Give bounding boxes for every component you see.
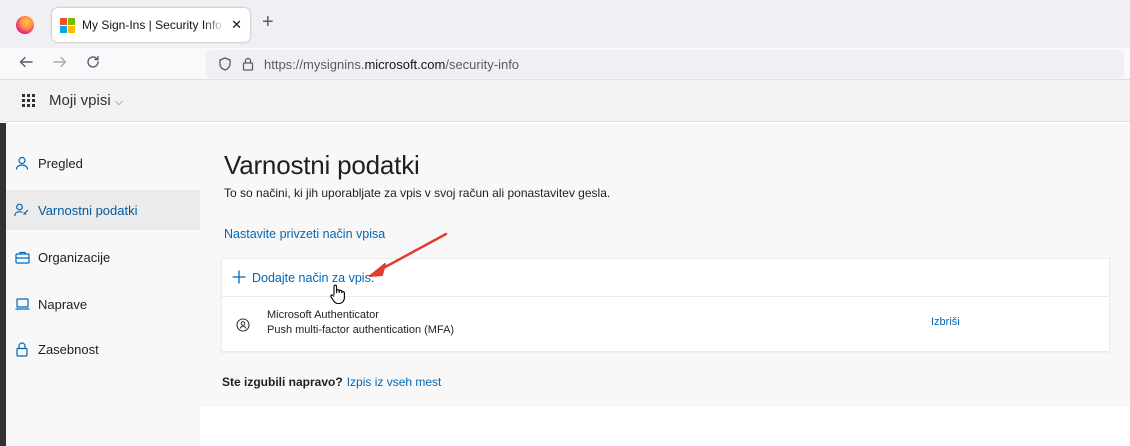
browser-tab[interactable]: My Sign-Ins | Security Info | Microsoft … xyxy=(52,8,250,42)
laptop-icon xyxy=(14,296,30,312)
sidebar-item-label: Pregled xyxy=(38,155,83,171)
page-subtitle: To so načini, ki jih uporabljate za vpis… xyxy=(224,186,611,200)
method-name: Microsoft Authenticator xyxy=(267,309,379,321)
methods-card: Dodajte način za vpis. Microsoft Authent… xyxy=(221,258,1110,352)
authenticator-icon xyxy=(236,317,250,338)
lost-device-question: Ste izgubili napravo? xyxy=(222,375,343,389)
tab-title: My Sign-Ins | Security Info | Microsoft xyxy=(82,18,225,32)
app-launcher-icon[interactable] xyxy=(22,94,35,107)
sign-out-everywhere-link[interactable]: Izpis iz vseh mest xyxy=(347,375,442,389)
sidebar-item-overview[interactable]: Pregled xyxy=(6,143,200,183)
tab-close-icon[interactable]: ✕ xyxy=(231,17,242,33)
chevron-down-icon: ⌵ xyxy=(114,96,124,108)
page-title: Varnostni podatki xyxy=(224,150,420,180)
set-default-method-link[interactable]: Nastavite privzeti način vpisa xyxy=(224,227,385,241)
method-row: Microsoft Authenticator Push multi-facto… xyxy=(222,297,1109,351)
main-footer-area xyxy=(200,407,1130,446)
url-bar[interactable]: https://mysignins.microsoft.com/security… xyxy=(206,50,1124,78)
new-tab-button[interactable]: + xyxy=(262,12,274,32)
security-info-icon xyxy=(14,202,30,218)
sidebar-item-privacy[interactable]: Zasebnost xyxy=(6,329,200,369)
forward-arrow-icon[interactable] xyxy=(52,54,68,75)
plus-icon xyxy=(232,268,246,288)
method-description: Push multi-factor authentication (MFA) xyxy=(267,324,455,336)
sidebar-item-security-info[interactable]: Varnostni podatki xyxy=(6,190,200,230)
firefox-logo-icon xyxy=(16,16,34,34)
microsoft-logo-icon xyxy=(60,18,75,33)
sidebar-item-label: Organizacije xyxy=(38,249,111,265)
person-icon xyxy=(14,155,30,171)
app-header: Moji vpisi ⌵ xyxy=(0,80,1130,122)
sidebar-item-label: Varnostni podatki xyxy=(38,202,138,218)
add-method-label: Dodajte način za vpis. xyxy=(252,270,375,285)
delete-method-link[interactable]: Izbriši xyxy=(931,316,960,328)
sidebar-item-devices[interactable]: Naprave xyxy=(6,284,200,324)
hand-cursor-icon xyxy=(330,284,345,305)
url-text: https://mysignins.microsoft.com/security… xyxy=(264,56,520,72)
lost-device-row: Ste izgubili napravo? Izpis iz vseh mest xyxy=(222,375,441,389)
sidebar-item-organizations[interactable]: Organizacije xyxy=(6,237,200,277)
app-name-menu[interactable]: Moji vpisi ⌵ xyxy=(49,92,123,109)
back-arrow-icon[interactable] xyxy=(18,54,34,75)
sidebar-item-label: Zasebnost xyxy=(38,341,99,357)
briefcase-icon xyxy=(14,249,30,265)
add-method-button[interactable]: Dodajte način za vpis. xyxy=(222,259,1109,297)
shield-icon[interactable] xyxy=(218,57,232,71)
sidebar-item-label: Naprave xyxy=(38,296,88,312)
lock-icon[interactable] xyxy=(242,57,254,71)
browser-tab-bar: My Sign-Ins | Security Info | Microsoft … xyxy=(0,0,1130,48)
lock-icon xyxy=(14,341,30,357)
sidebar: Pregled Varnostni podatki Organizacije N… xyxy=(0,123,200,446)
browser-nav-bar: https://mysignins.microsoft.com/security… xyxy=(0,48,1130,80)
reload-icon[interactable] xyxy=(85,54,101,75)
